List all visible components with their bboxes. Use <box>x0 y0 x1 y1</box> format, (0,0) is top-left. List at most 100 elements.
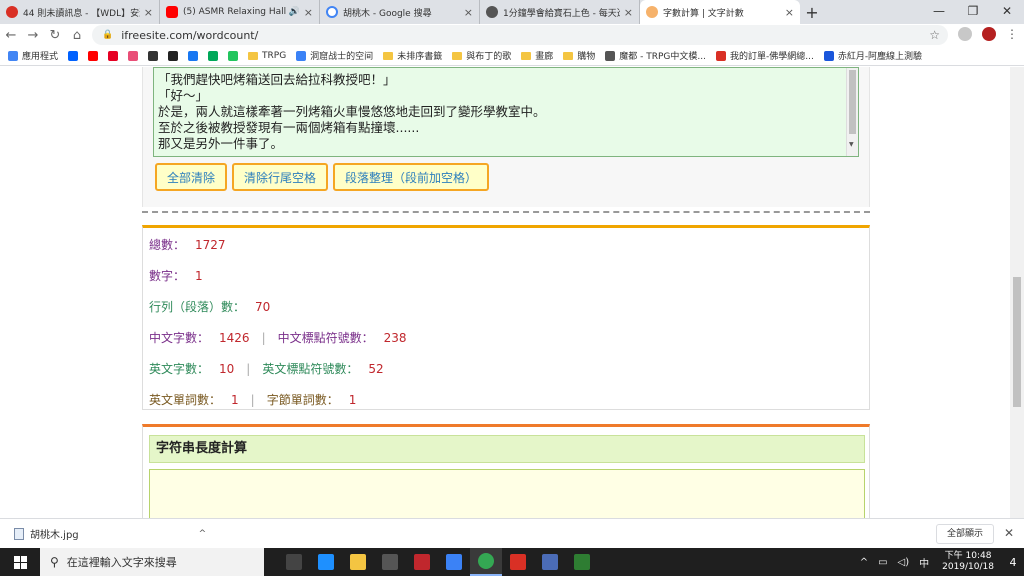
stat-value: 1 <box>231 393 239 407</box>
tab-2[interactable]: (5) ASMR Relaxing Halloween 🔊 × <box>160 0 320 24</box>
bookmark-favicon-icon <box>208 50 219 61</box>
profile-avatar[interactable] <box>982 27 996 41</box>
tab-title: 44 則未讀訊息 - 【WDL】安潔拉 <box>23 8 140 19</box>
lock-icon[interactable]: 🔒 <box>102 30 113 40</box>
bookmark-label: 洞窟战士的空间 <box>310 52 374 62</box>
taskbar-app-app-blue[interactable] <box>534 548 566 576</box>
bookmark-item[interactable] <box>68 50 82 61</box>
stat-label: 中文字數： <box>149 331 210 345</box>
speaker-icon[interactable]: 🔊 <box>289 7 300 17</box>
windows-taskbar: ⚲ 在這裡輸入文字來搜尋 ^ ▭ ◁) 中 下午 10:48 2019/10/1… <box>0 548 1024 576</box>
tab-close-icon[interactable]: × <box>144 6 153 19</box>
tab-title: 字數計算 | 文字計數 <box>663 8 744 19</box>
tab-close-icon[interactable]: × <box>624 6 633 19</box>
bookmark-item[interactable] <box>168 50 182 61</box>
textarea-scrollbar[interactable]: ▼ <box>846 68 858 156</box>
tab-close-icon[interactable]: × <box>304 6 313 19</box>
taskbar-app-store[interactable] <box>374 548 406 576</box>
tab-strip: 44 則未讀訊息 - 【WDL】安潔拉 × (5) ASMR Relaxing … <box>0 0 1024 24</box>
bookmark-item[interactable]: TRPG <box>248 51 286 61</box>
download-filename[interactable]: 胡桃木.jpg <box>30 526 79 541</box>
chrome-menu-icon[interactable]: ⋮ <box>1006 27 1018 41</box>
start-button[interactable] <box>0 548 40 576</box>
taskbar-app-task-view[interactable] <box>278 548 310 576</box>
bookmark-favicon-icon <box>88 50 99 61</box>
bookmark-star-icon[interactable]: ☆ <box>929 28 940 42</box>
clock[interactable]: 下午 10:48 2019/10/18 <box>942 551 994 573</box>
ime-indicator[interactable]: 中 <box>919 555 929 570</box>
text-input-panel: 「我們趕快吧烤箱送回去給拉科教授吧！」 「好～」 於是，兩人就這樣牽著一列烤箱火… <box>142 67 870 207</box>
bookmark-item[interactable]: 洞窟战士的空间 <box>296 49 373 62</box>
taskbar-app-app-red[interactable] <box>406 548 438 576</box>
extension-icon[interactable] <box>958 27 972 41</box>
section-title: 字符串長度計算 <box>149 435 865 463</box>
tab-3[interactable]: 胡桃木 - Google 搜尋 × <box>320 0 480 24</box>
tab-4[interactable]: 1分鐘學會給寶石上色 - 每天進步 × <box>480 0 640 24</box>
tab-close-icon[interactable]: × <box>464 6 473 19</box>
bookmark-item[interactable] <box>228 50 242 61</box>
separator: | <box>261 331 266 345</box>
forward-button[interactable]: → <box>22 28 44 43</box>
bookmark-item[interactable]: 赤紅月-阿塵線上測驗 <box>823 49 922 62</box>
minimize-button[interactable]: — <box>922 0 956 24</box>
network-icon[interactable]: ▭ <box>878 557 887 568</box>
textarea-scroll-thumb[interactable] <box>849 70 856 134</box>
paragraph-format-button[interactable]: 段落整理（段前加空格） <box>333 163 490 191</box>
taskbar-app-app-green[interactable] <box>566 548 598 576</box>
taskbar-search[interactable]: ⚲ 在這裡輸入文字來搜尋 <box>40 548 264 576</box>
taskbar-app-gift[interactable] <box>502 548 534 576</box>
bookmark-item[interactable] <box>208 50 222 61</box>
clear-trailing-spaces-button[interactable]: 清除行尾空格 <box>232 163 329 191</box>
edge-icon <box>318 554 334 570</box>
stat-value: 1 <box>348 393 357 407</box>
bookmark-label: 購物 <box>577 52 596 62</box>
download-item[interactable]: 胡桃木.jpg ^ <box>14 526 206 541</box>
downloads-close-icon[interactable]: ✕ <box>1004 526 1014 540</box>
page-scroll-thumb[interactable] <box>1013 277 1021 407</box>
separator: | <box>246 362 251 376</box>
bookmark-item[interactable]: 魔都 - TRPG中文模... <box>605 49 706 62</box>
bookmark-item[interactable] <box>88 50 102 61</box>
action-buttons: 全部清除 清除行尾空格 段落整理（段前加空格） <box>155 163 490 191</box>
bookmark-item[interactable] <box>128 50 142 61</box>
text-line: 至於之後被教授發現有一兩個烤箱有點撞壞...... <box>158 120 420 135</box>
show-all-button[interactable]: 全部顯示 <box>935 524 994 544</box>
back-button[interactable]: ← <box>0 28 22 43</box>
taskbar-app-mail[interactable] <box>438 548 470 576</box>
bookmark-item[interactable]: 購物 <box>563 49 595 62</box>
clear-all-button[interactable]: 全部清除 <box>155 163 228 191</box>
bookmark-item[interactable] <box>188 50 202 61</box>
scroll-down-icon[interactable]: ▼ <box>849 137 854 153</box>
url-text[interactable]: ifreesite.com/wordcount/ <box>121 29 258 42</box>
bookmark-item[interactable]: 未排序書籤 <box>383 49 442 62</box>
bookmark-item[interactable] <box>108 50 122 61</box>
tab-close-icon[interactable]: × <box>785 6 794 19</box>
bookmark-item[interactable] <box>148 50 162 61</box>
store-icon <box>382 554 398 570</box>
bookmark-item[interactable]: 畫廊 <box>521 49 553 62</box>
taskbar-apps <box>278 548 598 576</box>
address-bar[interactable]: 🔒 ifreesite.com/wordcount/ ☆ <box>92 25 948 45</box>
close-window-button[interactable]: ✕ <box>990 0 1024 24</box>
reload-button[interactable]: ↻ <box>44 28 66 43</box>
stat-label: 總數： <box>149 238 186 252</box>
new-tab-button[interactable]: + <box>800 0 824 24</box>
notification-center-icon[interactable]: 4 <box>1002 548 1024 576</box>
maximize-button[interactable]: ❐ <box>956 0 990 24</box>
taskbar-app-chrome[interactable] <box>470 548 502 576</box>
tray-expand-icon[interactable]: ^ <box>860 557 868 568</box>
stat-value: 1727 <box>195 238 226 252</box>
taskbar-app-file-explorer[interactable] <box>342 548 374 576</box>
download-options-icon[interactable]: ^ <box>199 529 207 539</box>
tab-1[interactable]: 44 則未讀訊息 - 【WDL】安潔拉 × <box>0 0 160 24</box>
bookmark-item[interactable]: 應用程式 <box>8 49 58 62</box>
page-scrollbar[interactable] <box>1010 67 1024 518</box>
bookmark-item[interactable]: 與布丁的歌 <box>452 49 511 62</box>
bookmark-item[interactable]: 我的訂單-佛學網總... <box>715 49 814 62</box>
taskbar-app-edge[interactable] <box>310 548 342 576</box>
volume-icon[interactable]: ◁) <box>898 557 910 568</box>
string-length-input[interactable] <box>149 469 865 518</box>
text-input-area[interactable]: 「我們趕快吧烤箱送回去給拉科教授吧！」 「好～」 於是，兩人就這樣牽著一列烤箱火… <box>153 67 859 157</box>
tab-5-active[interactable]: 字數計算 | 文字計數 × <box>640 0 800 24</box>
home-button[interactable]: ⌂ <box>66 28 88 43</box>
